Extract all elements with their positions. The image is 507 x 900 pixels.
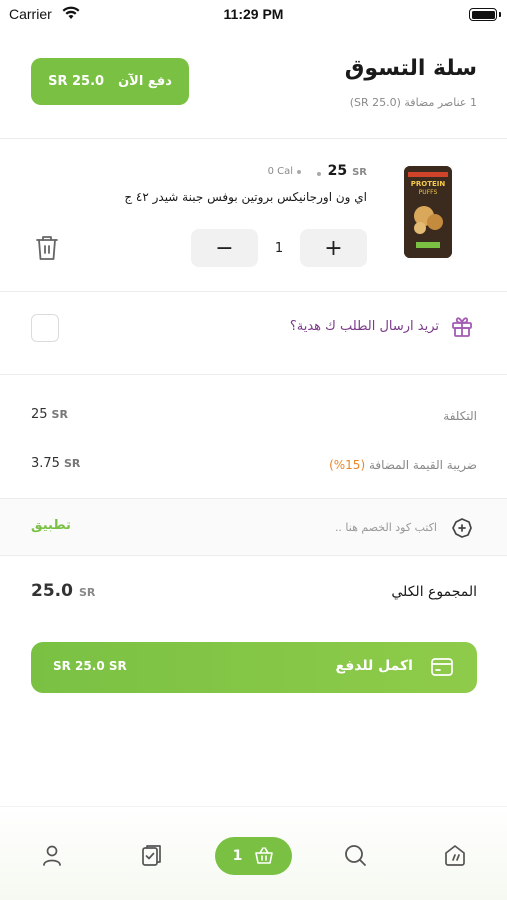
increase-quantity-button[interactable]: + xyxy=(300,229,367,267)
total-value: 25.0 SR xyxy=(31,581,95,601)
coupon-code-input[interactable] xyxy=(207,513,437,541)
trash-icon[interactable] xyxy=(34,234,60,262)
vat-currency: SR xyxy=(63,457,81,470)
divider xyxy=(0,374,507,375)
profile-icon[interactable] xyxy=(40,843,64,867)
cart-count: 1 xyxy=(232,848,243,864)
product-name: اي ون اورجانيكس بروتين بوفس جبنة شيدر ٤٢… xyxy=(124,190,367,204)
home-icon[interactable] xyxy=(443,843,467,867)
product-label-bottom: PUFFS xyxy=(419,189,438,196)
cost-amount: 25 xyxy=(31,407,48,422)
quantity-stepper: − 1 + xyxy=(191,229,367,267)
card-icon xyxy=(431,658,453,676)
total-label: المجموع الكلي xyxy=(391,584,477,600)
gift-label: تريد ارسال الطلب ك هدية؟ xyxy=(289,319,439,334)
nav-cart-button[interactable]: 1 xyxy=(215,837,292,875)
checkout-label: اكمل للدفع xyxy=(335,658,414,674)
vat-amount: 3.75 xyxy=(31,456,60,471)
calories-dot xyxy=(297,169,301,174)
vat-label: ضريبة القيمة المضافة (15%) xyxy=(329,458,477,472)
apply-coupon-button[interactable]: تطبيق xyxy=(31,518,71,533)
vat-percentage: (15%) xyxy=(329,458,366,472)
gift-option-row: تريد ارسال الطلب ك هدية؟ xyxy=(0,292,507,374)
divider xyxy=(0,138,507,139)
cart-header: سلة التسوق 1 عناصر مضافة (SR 25.0) دفع ا… xyxy=(0,56,507,136)
orders-icon[interactable] xyxy=(140,843,164,867)
status-time: 11:29 PM xyxy=(223,6,284,22)
status-bar: Carrier 11:29 PM xyxy=(0,0,507,28)
coupon-icon xyxy=(452,518,472,538)
product-price-currency: SR xyxy=(352,167,367,178)
pay-now-amount: SR 25.0 xyxy=(48,74,105,89)
decrease-quantity-button[interactable]: − xyxy=(191,229,258,267)
battery-icon xyxy=(469,8,497,21)
total-amount: 25.0 xyxy=(31,581,73,601)
cost-currency: SR xyxy=(51,408,68,421)
cart-subtitle: 1 عناصر مضافة (SR 25.0) xyxy=(349,96,477,109)
pay-now-button[interactable]: دفع الآن SR 25.0 xyxy=(31,58,189,105)
calories-value: 0 Cal xyxy=(267,166,293,177)
checkout-amount: SR 25.0 SR xyxy=(53,659,127,673)
cost-label: التكلفة xyxy=(443,409,477,423)
bottom-navigation: 1 xyxy=(0,806,507,900)
page-title: سلة التسوق xyxy=(344,56,477,81)
checkout-button[interactable]: اكمل للدفع SR 25.0 SR xyxy=(31,642,477,693)
basket-icon xyxy=(255,847,274,864)
pay-now-label: دفع الآن xyxy=(118,74,172,89)
quantity-value: 1 xyxy=(274,240,284,256)
cost-value: 25 SR xyxy=(31,407,68,422)
coupon-row: تطبيق xyxy=(0,498,507,556)
vat-label-text: ضريبة القيمة المضافة xyxy=(368,458,477,472)
battery-tip xyxy=(499,12,501,17)
separator-dot xyxy=(317,172,321,176)
product-label-top: PROTEIN xyxy=(411,180,446,188)
vat-value: 3.75 SR xyxy=(31,456,80,471)
product-price: 25 SR xyxy=(328,163,367,179)
product-calories: 0 Cal xyxy=(268,166,301,177)
gift-icon xyxy=(452,317,472,337)
product-image[interactable]: PROTEIN PUFFS xyxy=(404,166,452,258)
product-price-value: 25 xyxy=(327,163,348,179)
gift-checkbox[interactable] xyxy=(31,314,59,342)
search-icon[interactable] xyxy=(343,843,367,867)
total-currency: SR xyxy=(78,586,96,599)
